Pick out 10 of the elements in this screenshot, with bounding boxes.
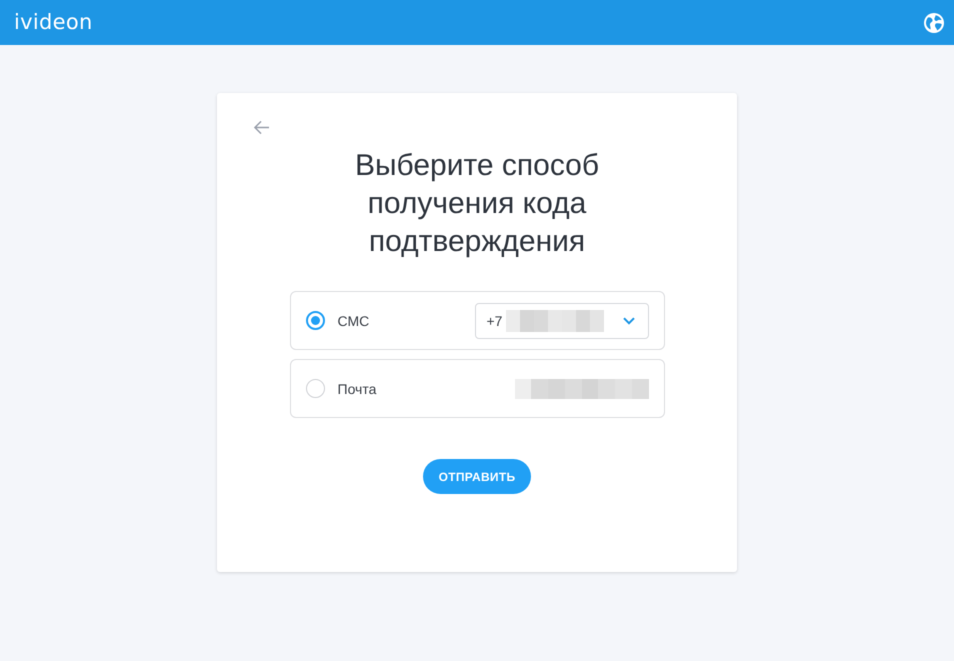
- back-arrow-icon[interactable]: [253, 120, 270, 135]
- globe-icon[interactable]: [924, 12, 944, 32]
- chevron-down-icon: [622, 316, 634, 324]
- option-label: Почта: [338, 380, 376, 396]
- logo: ivideon: [14, 12, 93, 33]
- option-label: СМС: [338, 312, 370, 328]
- page-title: Выберите способ получения кода подтверждения: [354, 148, 600, 260]
- radio-button[interactable]: [306, 311, 324, 330]
- phone-select[interactable]: +7: [474, 302, 648, 338]
- radio-button[interactable]: [306, 379, 324, 398]
